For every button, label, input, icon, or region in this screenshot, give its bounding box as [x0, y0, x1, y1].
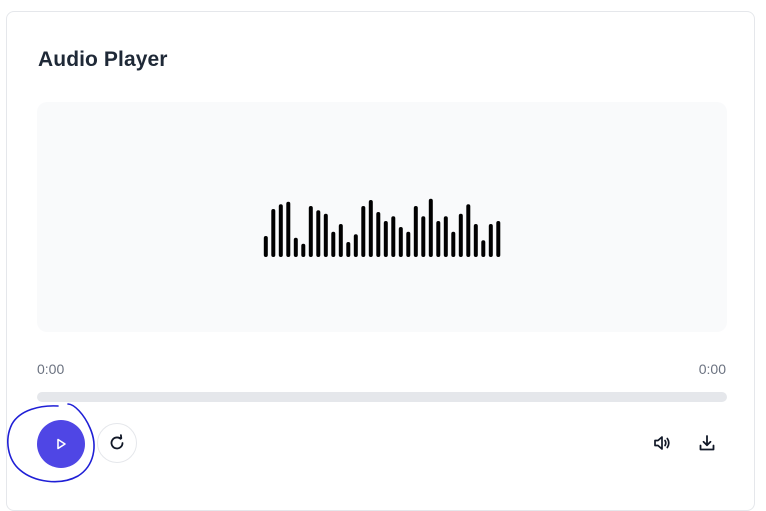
waveform-bar [293, 237, 298, 257]
waveform-bar [458, 213, 463, 257]
player-title: Audio Player [38, 48, 168, 71]
waveform-bar [421, 216, 426, 257]
waveform-bar [496, 221, 501, 257]
waveform-bar [271, 209, 276, 257]
waveform-bar [391, 216, 396, 257]
waveform-bar [331, 231, 336, 257]
waveform-bar [413, 206, 418, 257]
replay-button[interactable] [97, 423, 137, 463]
download-button[interactable] [693, 429, 721, 457]
replay-icon [110, 434, 124, 450]
waveform-bar [406, 231, 411, 257]
waveform-panel [37, 102, 727, 332]
waveform-bar [308, 206, 313, 257]
volume-button[interactable] [648, 429, 676, 457]
waveform-bar [443, 216, 448, 257]
waveform-bar [466, 204, 471, 257]
waveform-bar [323, 213, 328, 257]
waveform-bar [428, 198, 433, 257]
waveform-bar [436, 221, 441, 257]
waveform-bar [353, 234, 358, 257]
volume-icon [654, 436, 670, 450]
waveform-bar [481, 240, 486, 257]
waveform-bar [278, 204, 283, 257]
waveform [263, 198, 501, 257]
waveform-bar [286, 201, 291, 257]
audio-player-card: Audio Player 0:00 0:00 [6, 11, 755, 511]
waveform-bar [361, 206, 366, 257]
waveform-bar [376, 212, 381, 257]
waveform-bar [398, 227, 403, 257]
waveform-bar [346, 242, 351, 257]
waveform-bar [368, 200, 373, 257]
waveform-bar [451, 231, 456, 257]
waveform-bar [301, 243, 306, 257]
play-button[interactable] [37, 420, 85, 468]
waveform-bar [488, 224, 493, 257]
waveform-bar [473, 224, 478, 257]
play-icon [57, 438, 66, 450]
waveform-bar [316, 210, 321, 257]
waveform-bar [383, 221, 388, 257]
waveform-bar [338, 224, 343, 257]
current-time: 0:00 [37, 361, 65, 377]
total-time: 0:00 [698, 361, 726, 377]
progress-bar[interactable] [37, 392, 727, 402]
waveform-bar [263, 236, 268, 257]
download-icon [699, 435, 715, 451]
